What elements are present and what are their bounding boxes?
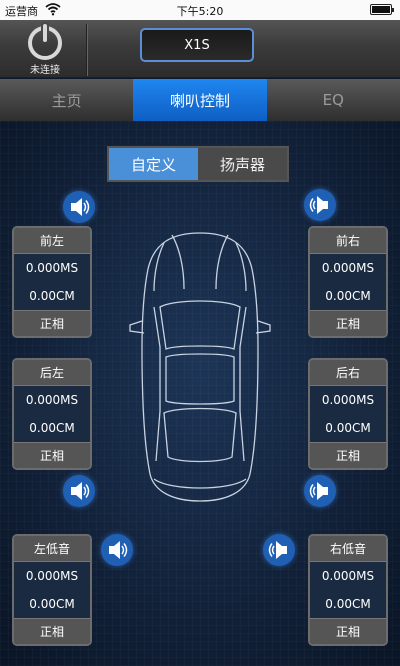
delay-value[interactable]: 0.000MS (14, 386, 90, 414)
delay-value[interactable]: 0.000MS (310, 386, 386, 414)
distance-value[interactable]: 0.00CM (14, 282, 90, 310)
speaker-control-panel: 自定义 扬声器 前左 0.000MS 0.00CM 正相 前右 0.000MS … (0, 121, 400, 666)
battery-icon (370, 4, 394, 15)
mode-custom-button[interactable]: 自定义 (109, 148, 198, 180)
phase-toggle[interactable]: 正相 (14, 310, 90, 336)
phase-toggle[interactable]: 正相 (310, 310, 386, 336)
rear-right-speaker-button[interactable] (304, 475, 336, 507)
speaker-icon (71, 482, 90, 500)
speaker-icon (268, 541, 287, 559)
status-time: 下午5:20 (176, 5, 224, 18)
header-divider (86, 24, 87, 76)
distance-value[interactable]: 0.00CM (310, 414, 386, 442)
speaker-icon (71, 198, 90, 216)
channel-card-rear-left: 后左 0.000MS 0.00CM 正相 (12, 358, 92, 470)
tab-speaker-control[interactable]: 喇叭控制 (133, 79, 267, 121)
delay-value[interactable]: 0.000MS (310, 254, 386, 282)
front-left-speaker-button[interactable] (63, 191, 95, 223)
phase-toggle[interactable]: 正相 (14, 442, 90, 468)
distance-value[interactable]: 0.00CM (310, 282, 386, 310)
channel-name: 右低音 (310, 536, 386, 562)
channel-card-front-right: 前右 0.000MS 0.00CM 正相 (308, 226, 388, 338)
channel-name: 前左 (14, 228, 90, 254)
delay-value[interactable]: 0.000MS (310, 562, 386, 590)
speaker-icon (109, 541, 128, 559)
sub-right-speaker-button[interactable] (263, 534, 295, 566)
mode-speaker-button[interactable]: 扬声器 (198, 148, 287, 180)
phase-toggle[interactable]: 正相 (310, 442, 386, 468)
connection-status: 未连接 (30, 65, 60, 76)
channel-card-sub-right: 右低音 0.000MS 0.00CM 正相 (308, 534, 388, 646)
sub-left-speaker-button[interactable] (101, 534, 133, 566)
speaker-icon (309, 482, 328, 500)
channel-name: 前右 (310, 228, 386, 254)
front-right-speaker-button[interactable] (304, 189, 336, 221)
status-bar: 运营商 下午5:20 (0, 0, 400, 20)
delay-value[interactable]: 0.000MS (14, 254, 90, 282)
distance-value[interactable]: 0.00CM (14, 414, 90, 442)
tab-home[interactable]: 主页 (0, 79, 133, 121)
tab-bar: 主页 喇叭控制 EQ (0, 79, 400, 121)
speaker-icon (309, 196, 328, 214)
channel-name: 左低音 (14, 536, 90, 562)
channel-card-rear-right: 后右 0.000MS 0.00CM 正相 (308, 358, 388, 470)
car-top-view (129, 232, 271, 502)
delay-value[interactable]: 0.000MS (14, 562, 90, 590)
channel-card-sub-left: 左低音 0.000MS 0.00CM 正相 (12, 534, 92, 646)
tab-eq[interactable]: EQ (267, 79, 400, 121)
phase-toggle[interactable]: 正相 (310, 618, 386, 644)
power-icon[interactable] (22, 22, 68, 62)
channel-name: 后右 (310, 360, 386, 386)
distance-value[interactable]: 0.00CM (14, 590, 90, 618)
channel-name: 后左 (14, 360, 90, 386)
channel-card-front-left: 前左 0.000MS 0.00CM 正相 (12, 226, 92, 338)
distance-value[interactable]: 0.00CM (310, 590, 386, 618)
phase-toggle[interactable]: 正相 (14, 618, 90, 644)
device-select-button[interactable]: X1S (140, 28, 254, 62)
rear-left-speaker-button[interactable] (63, 475, 95, 507)
mode-segmented-control: 自定义 扬声器 (107, 146, 289, 182)
app-header: 未连接 X1S (0, 20, 400, 78)
